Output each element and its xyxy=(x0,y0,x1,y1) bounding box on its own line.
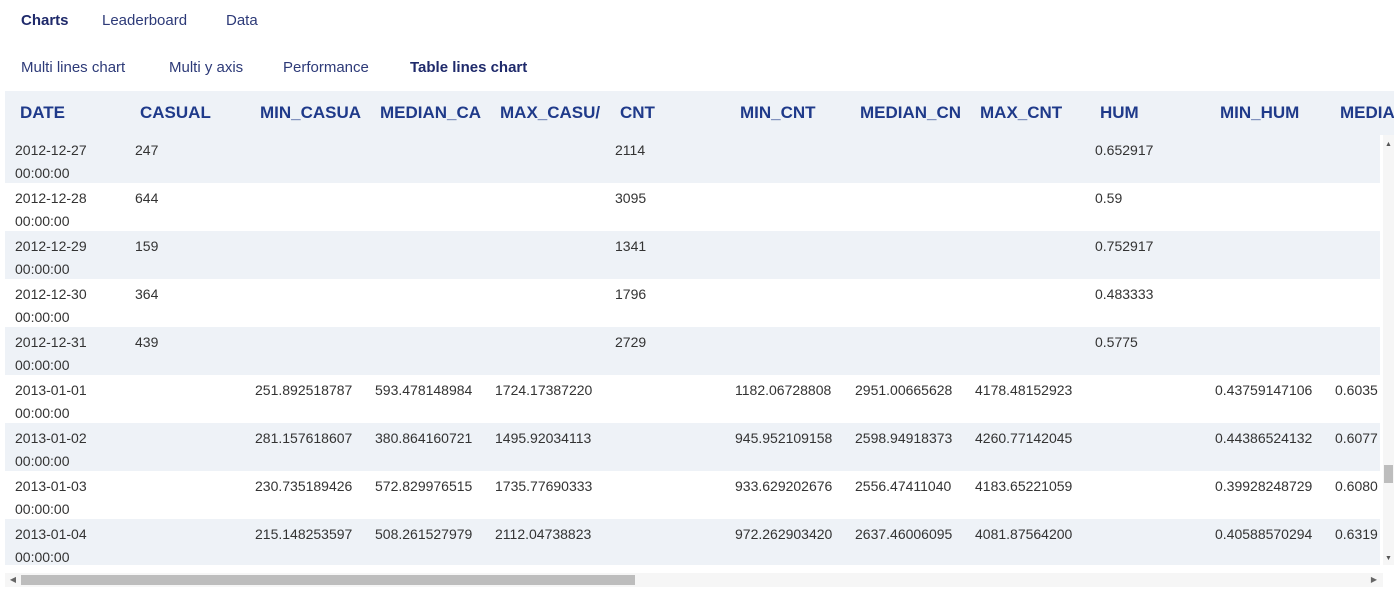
date-cell: 2012-12-30 00:00:00 xyxy=(15,286,87,325)
table-cell: 2112.04738823 xyxy=(495,526,592,542)
table-cell: 281.157618607 xyxy=(255,430,353,446)
table-cell: 0.652917 xyxy=(1095,142,1154,158)
table-cell: 972.262903420 xyxy=(735,526,833,542)
tab-data[interactable]: Data xyxy=(226,12,258,29)
table-cell: 572.829976515 xyxy=(375,478,473,494)
table-row[interactable]: 2013-01-01 00:00:00 251.892518787 593.4781… xyxy=(5,375,1380,423)
table-cell: 4260.77142045 xyxy=(975,430,1073,446)
table-cell: 933.629202676 xyxy=(735,478,833,494)
table-cell: 439 xyxy=(135,334,159,350)
tab-multi-y-axis[interactable]: Multi y axis xyxy=(169,59,243,76)
table-cell: 0.43759147106 xyxy=(1215,382,1313,398)
table-cell: 0.40588570294 xyxy=(1215,526,1313,542)
column-header[interactable]: MIN_CNT xyxy=(740,103,855,123)
table-cell: 0.483333 xyxy=(1095,286,1154,302)
table-cell: 0.752917 xyxy=(1095,238,1154,254)
table-cell: 0.6080 xyxy=(1335,478,1378,494)
scroll-left-icon[interactable]: ◀ xyxy=(8,575,18,585)
column-header[interactable]: DATE xyxy=(20,103,135,123)
top-tab-bar: Charts Leaderboard Data xyxy=(0,0,1400,44)
date-cell: 2012-12-31 00:00:00 xyxy=(15,334,87,373)
table-cell: 380.864160721 xyxy=(375,430,473,446)
tab-multi-lines-chart[interactable]: Multi lines chart xyxy=(21,59,125,76)
tab-charts[interactable]: Charts xyxy=(21,12,69,29)
table-row[interactable]: 2013-01-04 00:00:00 215.148253597 508.2615… xyxy=(5,519,1380,565)
column-header[interactable]: MEDIAN_CN xyxy=(860,103,975,123)
table-cell: 945.952109158 xyxy=(735,430,833,446)
date-cell: 2012-12-29 00:00:00 xyxy=(15,238,87,277)
table-cell: 2598.94918373 xyxy=(855,430,953,446)
table-cell: 1341 xyxy=(615,238,647,254)
table-cell: 0.6319 xyxy=(1335,526,1378,542)
column-header[interactable]: HUM xyxy=(1100,103,1215,123)
table-cell: 4183.65221059 xyxy=(975,478,1073,494)
date-cell: 2013-01-03 00:00:00 xyxy=(15,478,87,517)
date-cell: 2013-01-02 00:00:00 xyxy=(15,430,87,469)
tab-table-lines-chart[interactable]: Table lines chart xyxy=(410,59,527,76)
date-cell: 2012-12-27 00:00:00 xyxy=(15,142,87,181)
table-cell: 4178.48152923 xyxy=(975,382,1073,398)
table-cell: 1796 xyxy=(615,286,647,302)
column-header[interactable]: MIN_HUM xyxy=(1220,103,1335,123)
table-cell: 364 xyxy=(135,286,159,302)
table-cell: 0.6077 xyxy=(1335,430,1378,446)
column-header[interactable]: MAX_CNT xyxy=(980,103,1095,123)
table-row[interactable]: 2012-12-30 00:00:00 364 1796 0.483333 xyxy=(5,279,1380,327)
table-cell: 159 xyxy=(135,238,159,254)
table-row[interactable]: 2012-12-29 00:00:00 159 1341 0.752917 xyxy=(5,231,1380,279)
table-row[interactable]: 2012-12-28 00:00:00 644 3095 0.59 xyxy=(5,183,1380,231)
table-cell: 230.735189426 xyxy=(255,478,353,494)
table-cell: 0.5775 xyxy=(1095,334,1138,350)
column-header[interactable]: CNT xyxy=(620,103,735,123)
vertical-scrollbar[interactable]: ▲ ▼ xyxy=(1383,135,1394,565)
table-body: 2012-12-27 00:00:00 247 2114 0.652917 2012-1… xyxy=(5,135,1380,565)
date-cell: 2013-01-01 00:00:00 xyxy=(15,382,87,421)
date-cell: 2012-12-28 00:00:00 xyxy=(15,190,87,229)
table-row[interactable]: 2012-12-27 00:00:00 247 2114 0.652917 xyxy=(5,135,1380,183)
table-cell: 3095 xyxy=(615,190,647,206)
horizontal-scrollbar[interactable]: ◀ ▶ xyxy=(5,573,1383,587)
table-header: DATE CASUAL MIN_CASUA MEDIAN_CA MAX_CASU/CNT… xyxy=(5,91,1394,135)
table-cell: 215.148253597 xyxy=(255,526,353,542)
table-cell: 508.261527979 xyxy=(375,526,473,542)
table-row[interactable]: 2013-01-02 00:00:00 281.157618607 380.8641… xyxy=(5,423,1380,471)
table-cell: 644 xyxy=(135,190,159,206)
table-cell: 0.39928248729 xyxy=(1215,478,1313,494)
column-header[interactable]: MEDIA xyxy=(1340,103,1394,123)
column-header[interactable]: CASUAL xyxy=(140,103,255,123)
column-header[interactable]: MAX_CASU/ xyxy=(500,103,615,123)
column-header[interactable]: MIN_CASUA xyxy=(260,103,375,123)
table-row[interactable]: 2013-01-03 00:00:00 230.735189426 572.8299… xyxy=(5,471,1380,519)
table-cell: 1724.17387220 xyxy=(495,382,593,398)
table-cell: 0.59 xyxy=(1095,190,1123,206)
data-table: DATE CASUAL MIN_CASUA MEDIAN_CA MAX_CASU/CNT… xyxy=(5,91,1394,591)
table-cell: 2637.46006095 xyxy=(855,526,953,542)
scroll-right-icon[interactable]: ▶ xyxy=(1369,575,1379,585)
table-cell: 251.892518787 xyxy=(255,382,353,398)
table-row[interactable]: 2012-12-31 00:00:00 439 2729 0.5775 xyxy=(5,327,1380,375)
table-cell: 1182.06728808 xyxy=(735,382,832,398)
table-cell: 4081.87564200 xyxy=(975,526,1073,542)
vertical-scroll-thumb[interactable] xyxy=(1384,465,1393,483)
tab-leaderboard[interactable]: Leaderboard xyxy=(102,12,187,29)
table-cell: 0.6035 xyxy=(1335,382,1378,398)
table-cell: 2729 xyxy=(615,334,647,350)
table-cell: 593.478148984 xyxy=(375,382,473,398)
table-cell: 2114 xyxy=(615,142,646,158)
table-cell: 1735.77690333 xyxy=(495,478,593,494)
scroll-down-icon[interactable]: ▼ xyxy=(1384,555,1393,563)
chart-type-tab-bar: Multi lines chart Multi y axis Performan… xyxy=(0,48,1400,88)
column-header[interactable]: MEDIAN_CA xyxy=(380,103,495,123)
table-cell: 1495.92034113 xyxy=(495,430,592,446)
date-cell: 2013-01-04 00:00:00 xyxy=(15,526,87,565)
horizontal-scroll-thumb[interactable] xyxy=(21,575,635,585)
table-cell: 2951.00665628 xyxy=(855,382,953,398)
table-cell: 247 xyxy=(135,142,159,158)
scroll-up-icon[interactable]: ▲ xyxy=(1384,141,1393,149)
tab-performance[interactable]: Performance xyxy=(283,59,369,76)
table-cell: 0.44386524132 xyxy=(1215,430,1313,446)
table-cell: 2556.47411040 xyxy=(855,478,952,494)
